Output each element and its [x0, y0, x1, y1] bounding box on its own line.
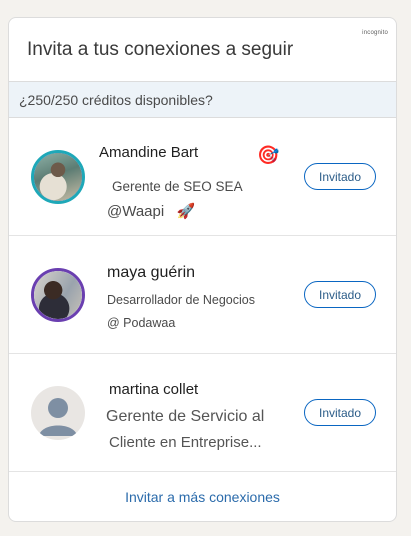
target-emoji-icon: 🎯 — [257, 145, 280, 165]
incognito-badge: incognito — [362, 30, 388, 36]
avatar[interactable] — [31, 268, 85, 322]
avatar-photo — [34, 271, 82, 319]
connection-headline: Gerente de Servicio al — [106, 408, 265, 425]
avatar-photo — [34, 153, 82, 201]
avatar-placeholder[interactable] — [31, 386, 85, 440]
connection-row: Amandine Bart 🎯 Gerente de SEO SEA @Waap… — [9, 118, 396, 236]
connection-headline: Gerente de SEO SEA — [112, 179, 243, 194]
rocket-emoji-icon: 🚀 — [176, 203, 196, 220]
connection-name[interactable]: martina collet — [109, 381, 198, 398]
card-header: Invita a tus conexiones a seguir — [9, 18, 396, 82]
connection-company: @Waapi 🚀 — [107, 203, 196, 220]
connection-company: Cliente en Entreprise... — [109, 434, 262, 451]
invited-button[interactable]: Invitado — [304, 399, 376, 426]
credits-banner: ¿250/250 créditos disponibles? — [9, 82, 396, 118]
invite-more-link[interactable]: Invitar a más conexiones — [125, 489, 280, 505]
connection-company: @ Podawaa — [107, 316, 176, 330]
invite-connections-card: incognito Invita a tus conexiones a segu… — [8, 17, 397, 522]
invited-button[interactable]: Invitado — [304, 281, 376, 308]
default-person-icon — [39, 398, 77, 436]
card-title: Invita a tus conexiones a seguir — [27, 38, 294, 60]
avatar[interactable] — [31, 150, 85, 204]
connection-row: maya guérin Desarrollador de Negocios @ … — [9, 236, 396, 354]
credits-text: ¿250/250 créditos disponibles? — [19, 91, 213, 108]
card-footer: Invitar a más conexiones — [9, 472, 396, 521]
connection-row: martina collet Gerente de Servicio al Cl… — [9, 354, 396, 472]
connection-headline: Desarrollador de Negocios — [107, 293, 255, 307]
invited-button[interactable]: Invitado — [304, 163, 376, 190]
connection-list: Amandine Bart 🎯 Gerente de SEO SEA @Waap… — [9, 118, 396, 472]
connection-name[interactable]: Amandine Bart — [99, 144, 198, 161]
connection-name[interactable]: maya guérin — [107, 264, 195, 282]
